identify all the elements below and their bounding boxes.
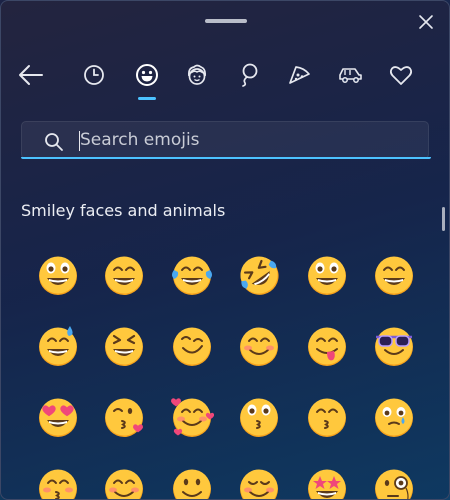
tab-food[interactable] xyxy=(281,57,317,93)
emoji-kissing-smiling-eyes[interactable] xyxy=(36,466,80,499)
clock-icon xyxy=(84,65,104,85)
emoji-smiling-face-hearts[interactable] xyxy=(170,395,214,439)
grinning-sweat-icon xyxy=(39,326,77,366)
car-icon xyxy=(339,68,362,83)
star-struck-icon xyxy=(308,469,346,499)
tab-symbols[interactable] xyxy=(383,57,419,93)
emoji-grinning-face-big-eyes[interactable] xyxy=(305,253,349,297)
emoji-grinning-sweat[interactable] xyxy=(36,324,80,368)
pizza-icon xyxy=(289,66,310,84)
face-with-monocle-icon xyxy=(375,469,413,499)
smiling-blushing-face-icon xyxy=(240,327,278,366)
tab-travel[interactable] xyxy=(332,57,368,93)
emoji-face-savoring-food[interactable] xyxy=(305,324,349,368)
emoji-heart-eyes[interactable] xyxy=(36,395,80,439)
tab-celebration[interactable] xyxy=(230,57,266,93)
search-box[interactable] xyxy=(21,121,429,159)
rolling-on-floor-laughing-icon xyxy=(240,256,279,295)
active-tab-indicator xyxy=(138,97,156,100)
search-input[interactable] xyxy=(80,124,410,156)
smiling-face-sunglasses-icon xyxy=(375,327,413,366)
kissing-smiling-eyes-icon xyxy=(39,469,77,499)
kissing-face-icon xyxy=(240,398,278,437)
close-button[interactable] xyxy=(413,9,439,35)
smiling-face-hearts-icon xyxy=(171,398,214,437)
face-blowing-kiss-icon xyxy=(105,398,143,437)
tab-smileys[interactable] xyxy=(129,57,165,93)
grinning-face-smiling-eyes-icon xyxy=(375,256,413,295)
emoji-face-holding-back-tears[interactable] xyxy=(372,395,416,439)
beaming-face-icon xyxy=(105,256,143,295)
close-icon xyxy=(419,15,433,29)
tab-recent[interactable] xyxy=(76,57,112,93)
person-face-icon xyxy=(188,64,207,85)
winking-face-icon xyxy=(173,327,211,366)
drag-handle[interactable] xyxy=(205,19,247,23)
scrollbar-thumb[interactable] xyxy=(442,207,445,231)
grinning-face-big-eyes-icon xyxy=(308,256,346,295)
heart-eyes-icon xyxy=(39,398,77,437)
smiley-face-icon xyxy=(136,64,158,86)
grinning-face-icon xyxy=(39,256,77,295)
slightly-smiling-icon xyxy=(173,469,211,499)
face-savoring-food-icon xyxy=(308,327,346,366)
search-icon xyxy=(45,133,63,151)
emoji-rolling-on-floor-laughing[interactable] xyxy=(237,253,281,297)
emoji-face-with-monocle[interactable] xyxy=(372,466,416,499)
emoji-grinning-face-smiling-eyes[interactable] xyxy=(372,253,416,297)
emoji-beaming-face[interactable] xyxy=(102,253,146,297)
face-with-tears-of-joy-icon xyxy=(172,256,212,295)
section-title: Smiley faces and animals xyxy=(21,201,226,220)
emoji-relieved-face[interactable] xyxy=(237,466,281,499)
emoji-star-struck[interactable] xyxy=(305,466,349,499)
emoji-slightly-smiling[interactable] xyxy=(170,466,214,499)
emoji-smiling-blushing-face[interactable] xyxy=(237,324,281,368)
emoji-panel: Smiley faces and animals xyxy=(0,0,450,500)
squinting-face-icon xyxy=(105,327,143,366)
back-button[interactable] xyxy=(13,57,49,93)
arrow-left-icon xyxy=(19,65,43,85)
search-focus-underline xyxy=(21,157,431,159)
kissing-face-closed-eyes-icon xyxy=(308,398,346,437)
emoji-smiling-blushing-eyes[interactable] xyxy=(102,466,146,499)
emoji-squinting-face[interactable] xyxy=(102,324,146,368)
emoji-winking-face[interactable] xyxy=(170,324,214,368)
emoji-face-blowing-kiss[interactable] xyxy=(102,395,146,439)
emoji-kissing-face-closed-eyes[interactable] xyxy=(305,395,349,439)
balloon-icon xyxy=(242,63,258,87)
emoji-grinning-face[interactable] xyxy=(36,253,80,297)
tab-people[interactable] xyxy=(179,57,215,93)
category-nav xyxy=(1,57,449,97)
relieved-face-icon xyxy=(240,469,278,499)
heart-icon xyxy=(389,66,413,85)
smiling-blushing-eyes-icon xyxy=(105,469,143,499)
emoji-smiling-face-sunglasses[interactable] xyxy=(372,324,416,368)
emoji-kissing-face[interactable] xyxy=(237,395,281,439)
face-holding-back-tears-icon xyxy=(375,398,413,437)
emoji-face-with-tears-of-joy[interactable] xyxy=(170,253,214,297)
